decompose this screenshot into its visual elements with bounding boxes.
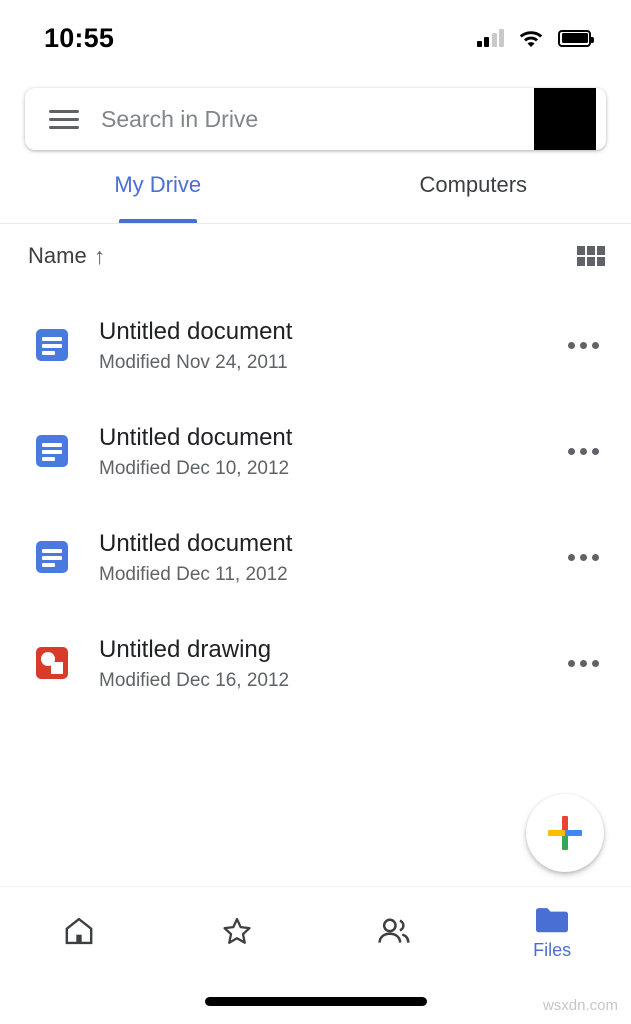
hamburger-menu-icon[interactable] [49, 109, 79, 129]
tab-my-drive[interactable]: My Drive [0, 162, 316, 223]
google-docs-icon [36, 435, 68, 467]
list-header: Name ↑ [0, 224, 631, 288]
nav-item-shared[interactable] [316, 887, 474, 978]
more-options-icon[interactable] [559, 321, 607, 369]
search-input[interactable] [79, 105, 534, 133]
file-name: Untitled document [99, 423, 293, 451]
file-info: Untitled document Modified Nov 24, 2011 [68, 317, 559, 374]
more-options-icon[interactable] [559, 427, 607, 475]
battery-full-icon [558, 29, 594, 47]
file-info: Untitled document Modified Dec 10, 2012 [68, 423, 559, 480]
file-info: Untitled drawing Modified Dec 16, 2012 [68, 635, 559, 692]
file-name: Untitled document [99, 529, 293, 557]
more-options-icon[interactable] [559, 533, 607, 581]
status-bar-icons [476, 28, 594, 48]
file-modified: Modified Nov 24, 2011 [99, 351, 288, 373]
search-bar[interactable] [25, 88, 606, 150]
signal-bars-icon [476, 29, 504, 47]
wifi-icon [517, 28, 545, 48]
nav-item-files-label: Files [533, 940, 572, 960]
google-docs-icon [36, 541, 68, 573]
status-bar: 10:55 [0, 0, 631, 76]
tab-computers-label: Computers [419, 172, 528, 197]
folder-icon [533, 904, 571, 936]
more-options-icon[interactable] [559, 639, 607, 687]
shared-people-icon [376, 914, 412, 948]
file-modified: Modified Dec 11, 2012 [99, 563, 288, 585]
tab-my-drive-label: My Drive [114, 172, 202, 197]
nav-item-home[interactable] [0, 887, 158, 978]
grid-view-icon[interactable] [577, 246, 605, 266]
table-row[interactable]: Untitled drawing Modified Dec 16, 2012 [0, 610, 631, 716]
file-list: Untitled document Modified Nov 24, 2011 … [0, 288, 631, 716]
file-name: Untitled drawing [99, 635, 272, 663]
home-icon [62, 914, 96, 948]
google-docs-icon [36, 329, 68, 361]
search-bar-container [0, 76, 631, 150]
create-new-button[interactable] [526, 794, 604, 872]
google-drawings-icon [36, 647, 68, 679]
sort-by-name-button[interactable]: Name ↑ [28, 243, 105, 269]
star-icon [220, 914, 254, 948]
arrow-up-icon: ↑ [93, 242, 106, 269]
status-bar-clock: 10:55 [44, 22, 115, 53]
file-name: Untitled document [99, 317, 293, 345]
sort-label: Name [28, 243, 87, 268]
plus-icon-horizontal [548, 830, 582, 836]
file-info: Untitled document Modified Dec 11, 2012 [68, 529, 559, 586]
drive-app-screen: 10:55 Search in Drive My Drive Computers… [0, 0, 631, 1024]
nav-item-files[interactable]: Files [473, 887, 631, 978]
drive-tabs: My Drive Computers [0, 162, 631, 224]
account-avatar[interactable] [534, 88, 596, 150]
file-modified: Modified Dec 10, 2012 [99, 457, 290, 479]
watermark: wsxdn.com [542, 997, 618, 1014]
tab-computers[interactable]: Computers [316, 162, 631, 223]
table-row[interactable]: Untitled document Modified Nov 24, 2011 [0, 292, 631, 398]
file-modified: Modified Dec 16, 2012 [99, 669, 290, 691]
home-indicator[interactable] [204, 997, 427, 1006]
bottom-navigation: Files [0, 886, 631, 978]
nav-item-starred[interactable] [158, 887, 316, 978]
table-row[interactable]: Untitled document Modified Dec 11, 2012 [0, 504, 631, 610]
table-row[interactable]: Untitled document Modified Dec 10, 2012 [0, 398, 631, 504]
